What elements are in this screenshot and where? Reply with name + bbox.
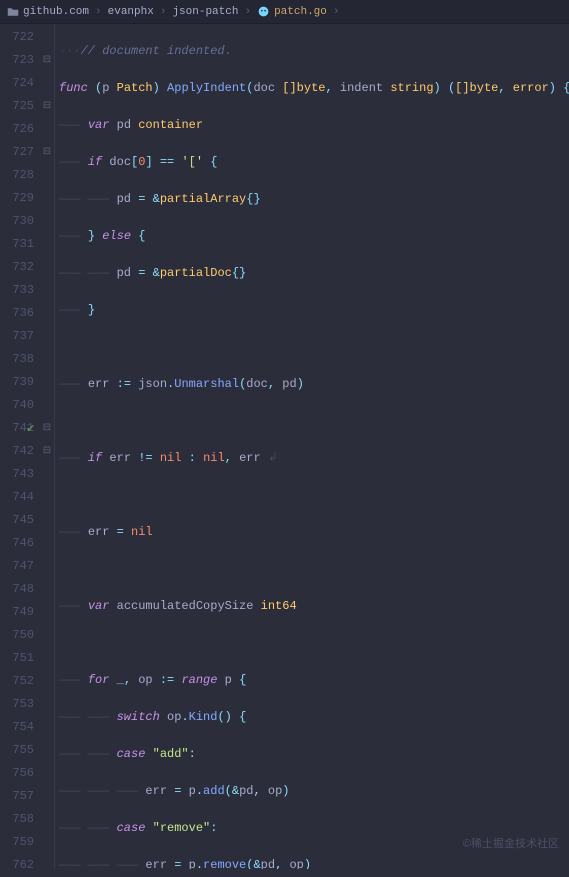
breadcrumb-item[interactable]: evanphx › — [108, 6, 173, 18]
folder-icon — [6, 5, 19, 18]
code-line[interactable]: ——— ——— pd = &partialDoc{} — [55, 262, 569, 285]
code-line[interactable]: ——— err := json.Unmarshal(doc, pd) — [55, 373, 569, 396]
breadcrumb-item[interactable]: github.com › — [6, 5, 108, 18]
chevron-right-icon: › — [244, 6, 251, 18]
breadcrumb-label: json-patch — [172, 6, 238, 18]
chevron-right-icon: › — [95, 6, 102, 18]
code-line[interactable]: ——— ——— pd = &partialArray{} — [55, 188, 569, 211]
code-line[interactable] — [55, 558, 569, 581]
code-line[interactable] — [55, 632, 569, 655]
code-line[interactable]: ——— var accumulatedCopySize int64 — [55, 595, 569, 618]
line-number-gutter: 722 723 724 725 726 727 728 729 730 731 … — [0, 24, 40, 869]
code-line[interactable]: ——— for _, op := range p { — [55, 669, 569, 692]
code-line[interactable]: ——— ——— ——— err = p.add(&pd, op) — [55, 780, 569, 803]
code-line[interactable]: ——— } — [55, 299, 569, 322]
code-area[interactable]: ···// document indented. func (p Patch) … — [54, 24, 569, 869]
watermark: ©稀土掘金技术社区 — [463, 835, 559, 851]
go-file-icon — [257, 5, 270, 18]
code-line[interactable]: ——— if doc[0] == '[' { — [55, 151, 569, 174]
code-line[interactable] — [55, 336, 569, 359]
chevron-right-icon: › — [333, 6, 340, 18]
code-line[interactable]: func (p Patch) ApplyIndent(doc []byte, i… — [55, 77, 569, 100]
code-line[interactable]: ——— if err != nil : nil, err ↲ — [55, 447, 569, 470]
code-line[interactable]: ——— } else { — [55, 225, 569, 248]
code-editor[interactable]: 722 723 724 725 726 727 728 729 730 731 … — [0, 24, 569, 869]
code-line[interactable] — [55, 484, 569, 507]
code-line[interactable]: ——— ——— switch op.Kind() { — [55, 706, 569, 729]
code-line[interactable]: ···// document indented. — [55, 40, 569, 63]
gutter-check-icon: ✔ — [26, 422, 35, 436]
code-line[interactable]: ——— var pd container — [55, 114, 569, 137]
breadcrumb-label: patch.go — [274, 6, 327, 18]
code-line[interactable] — [55, 410, 569, 433]
chevron-right-icon: › — [160, 6, 167, 18]
breadcrumb-item[interactable]: patch.go › — [257, 5, 345, 18]
breadcrumb-label: evanphx — [108, 6, 154, 18]
code-line[interactable]: ——— ——— ——— err = p.remove(&pd, op) — [55, 854, 569, 869]
breadcrumb-item[interactable]: json-patch › — [172, 6, 257, 18]
code-line[interactable]: ——— err = nil — [55, 521, 569, 544]
code-line[interactable]: ——— ——— case "add": — [55, 743, 569, 766]
breadcrumb-bar: github.com › evanphx › json-patch › patc… — [0, 0, 569, 24]
fold-column: ⊟⊟ ⊟ ⊟⊟ — [40, 24, 54, 869]
breadcrumb-label: github.com — [23, 6, 89, 18]
